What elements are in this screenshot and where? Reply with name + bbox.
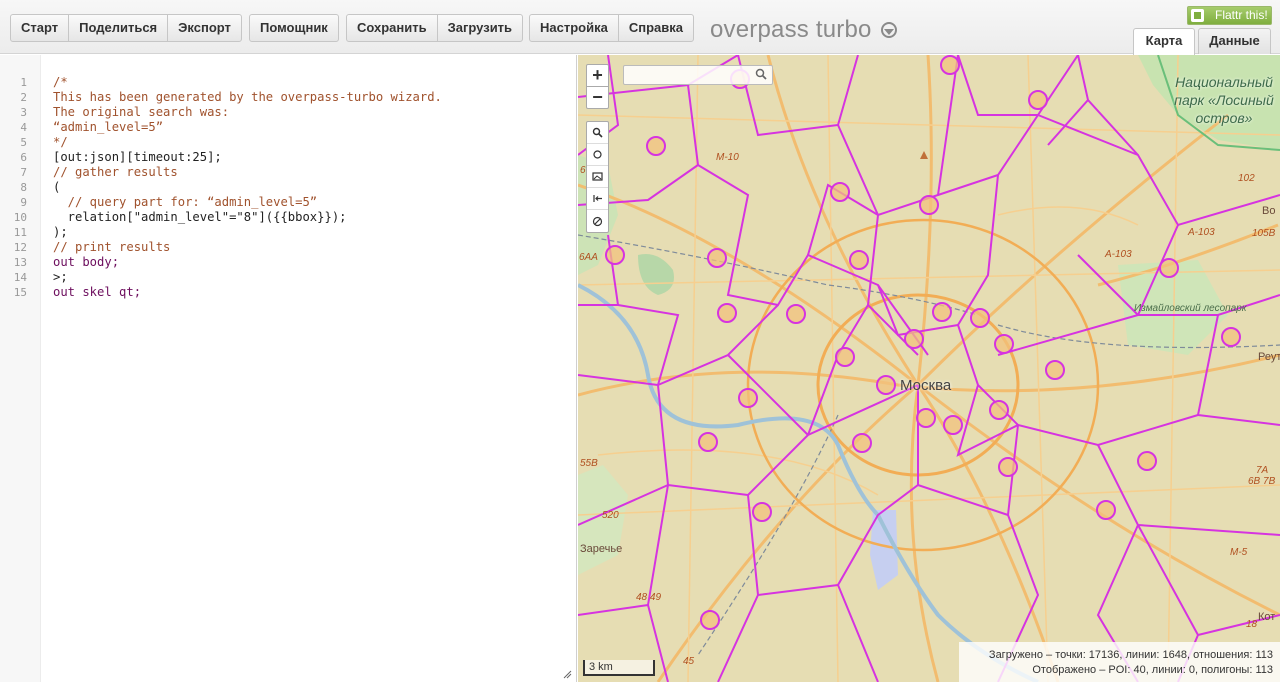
line-number: 5	[20, 136, 27, 149]
export-button[interactable]: Экспорт	[168, 15, 241, 41]
road-label: 105B	[1252, 228, 1276, 239]
place-label: Реут	[1258, 351, 1280, 363]
code-line[interactable]: // gather results	[53, 165, 178, 180]
road-label: A-103	[1188, 227, 1215, 238]
button-group-main: Старт Поделиться Экспорт	[10, 14, 242, 42]
line-number: 1	[20, 76, 27, 89]
magnifier-icon	[592, 127, 603, 138]
map-view[interactable]: Москва Национальный парк «Лосиный остров…	[578, 55, 1280, 682]
forest-label: Измайловский лесопарк	[1134, 303, 1247, 314]
line-number: 10	[13, 211, 27, 224]
road-label: M-10	[716, 152, 739, 163]
map-tools	[586, 121, 609, 233]
road-label: 6B 7B	[1248, 476, 1276, 487]
place-label: Кот	[1258, 611, 1276, 623]
flattr-button[interactable]: Flattr this!	[1187, 6, 1272, 25]
code-line[interactable]: relation["admin_level"="8"]({{bbox}});	[53, 210, 347, 225]
line-number: 15	[13, 286, 27, 299]
code-line[interactable]: // print results	[53, 240, 170, 255]
flattr-label: Flattr this!	[1215, 8, 1268, 22]
button-group-wizard: Помощник	[249, 14, 339, 42]
line-number: 8	[20, 181, 27, 194]
app-title: overpass turbo	[710, 16, 898, 44]
road-label: 102	[1238, 173, 1255, 184]
toolbar: Старт Поделиться Экспорт Помощник Сохран…	[0, 0, 1280, 55]
zoom-to-data-button[interactable]	[587, 122, 608, 144]
code-line[interactable]: >;	[53, 270, 68, 285]
search-icon	[755, 68, 767, 80]
layers-button[interactable]	[587, 166, 608, 188]
zoom-in-button[interactable]: +	[586, 64, 609, 87]
line-number: 2	[20, 91, 27, 104]
code-line[interactable]: (	[53, 180, 60, 195]
road-label: 520	[602, 510, 619, 521]
flattr-icon	[1191, 9, 1204, 22]
code-line[interactable]: [out:json][timeout:25];	[53, 150, 222, 165]
save-button[interactable]: Сохранить	[347, 15, 438, 41]
tab-map[interactable]: Карта	[1133, 28, 1195, 55]
road-label: A-103	[1105, 249, 1132, 260]
line-number: 3	[20, 106, 27, 119]
road-label: 55B	[580, 458, 598, 469]
code-line[interactable]: The original search was:	[53, 105, 229, 120]
line-number: 14	[13, 271, 27, 284]
load-button[interactable]: Загрузить	[438, 15, 522, 41]
map-scale-bar: 3 km	[583, 660, 655, 676]
zoom-out-button[interactable]: −	[586, 86, 609, 109]
code-line[interactable]: /*	[53, 75, 68, 90]
stats-shown: Отображено – POI: 40, линии: 0, полигоны…	[1032, 664, 1273, 676]
road-label: 45	[683, 656, 695, 667]
road-label: 18	[1246, 619, 1258, 630]
code-line[interactable]: “admin_level=5”	[53, 120, 163, 135]
line-number: 11	[13, 226, 27, 239]
button-group-help: Настройка Справка	[529, 14, 694, 42]
line-number: 12	[13, 241, 27, 254]
code-line[interactable]: out body;	[53, 255, 119, 270]
stats-loaded: Загружено – точки: 17136, линии: 1648, о…	[988, 649, 1273, 661]
road-label: 48 49	[636, 592, 662, 603]
fullscreen-button[interactable]	[587, 188, 608, 210]
code-line[interactable]: );	[53, 225, 68, 240]
line-number-gutter: 1 2 3 4 5 6 7 8 9 10 11 12 13 14 15	[0, 55, 41, 682]
map-search-input[interactable]	[623, 65, 773, 85]
road-label: M-5	[1230, 547, 1248, 558]
code-line[interactable]: out skel qt;	[53, 285, 141, 300]
settings-button[interactable]: Настройка	[530, 15, 619, 41]
line-number: 13	[13, 256, 27, 269]
map-canvas[interactable]	[578, 55, 1280, 682]
road-label: 6AA	[579, 252, 598, 263]
tab-data[interactable]: Данные	[1198, 28, 1271, 54]
code-line[interactable]: This has been generated by the overpass-…	[53, 90, 442, 105]
circle-icon	[593, 150, 602, 159]
help-button[interactable]: Справка	[619, 15, 693, 41]
start-button[interactable]: Старт	[11, 15, 70, 41]
code-line[interactable]: */	[53, 135, 68, 150]
place-label: Заречье	[580, 543, 623, 555]
place-label: Во	[1262, 205, 1276, 217]
road-label: 7A	[1256, 465, 1269, 476]
line-number: 4	[20, 121, 27, 134]
clear-data-button[interactable]	[587, 210, 608, 232]
image-icon	[592, 172, 603, 181]
button-group-file: Сохранить Загрузить	[346, 14, 524, 42]
line-number: 7	[20, 166, 27, 179]
arrow-to-left-icon	[593, 195, 602, 202]
park-label: Национальный парк «Лосиный остров»	[1174, 74, 1274, 126]
city-label: Москва	[900, 377, 952, 394]
share-button[interactable]: Поделиться	[69, 15, 169, 41]
no-entry-icon	[592, 216, 603, 226]
locate-button[interactable]	[587, 144, 608, 166]
map-stats-panel: Загружено – точки: 17136, линии: 1648, о…	[959, 642, 1280, 682]
code-editor[interactable]: 1 2 3 4 5 6 7 8 9 10 11 12 13 14 15 /* This has been ge…	[0, 55, 577, 682]
line-number: 9	[20, 196, 27, 209]
wizard-button[interactable]: Помощник	[250, 15, 338, 41]
code-line[interactable]: // query part for: “admin_level=5”	[53, 195, 317, 210]
logo-icon	[880, 22, 897, 38]
line-number: 6	[20, 151, 27, 164]
app-title-text: overpass turbo	[710, 16, 872, 43]
resize-handle-icon[interactable]	[563, 670, 572, 679]
